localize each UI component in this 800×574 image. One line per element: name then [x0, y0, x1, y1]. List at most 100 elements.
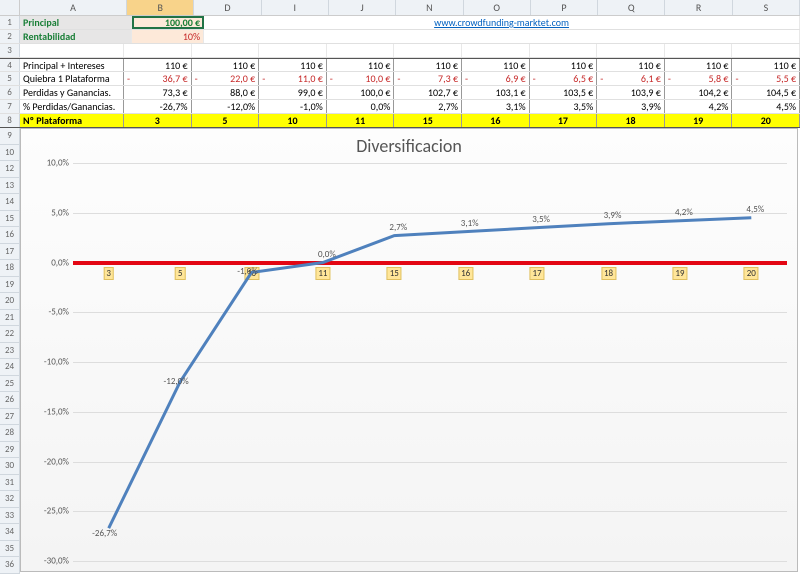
cell-S5[interactable]: -5,5 € [732, 72, 800, 85]
row-header-23[interactable]: 23 [0, 343, 20, 360]
col-header-N[interactable]: N [396, 0, 463, 15]
chart-ytick-label: -10,0% [25, 357, 69, 368]
row-6: 6 Perdidas y Ganancias. 73,3 € 88,0 € 99… [0, 86, 800, 100]
chart-ytick-label: 0,0% [25, 257, 69, 268]
chart-diversificacion[interactable]: Diversificacion -30,0%-25,0%-20,0%-15,0%… [20, 128, 798, 572]
cell-B2[interactable]: 10% [132, 30, 204, 43]
row-header-12[interactable]: 12 [0, 161, 20, 178]
chart-ytick-label: 10,0% [25, 158, 69, 169]
column-header-row: A B D I J N O P Q R S [0, 0, 800, 16]
cell-Q4[interactable]: 110 € [597, 59, 665, 71]
row-header-6[interactable]: 6 [0, 86, 20, 99]
row-header-17[interactable]: 17 [0, 244, 20, 261]
row-header-21[interactable]: 21 [0, 310, 20, 327]
row-header-26[interactable]: 26 [0, 392, 20, 409]
row-header-32[interactable]: 32 [0, 491, 20, 508]
row-header-1[interactable]: 1 [0, 16, 20, 29]
cell-empty-merged[interactable] [204, 30, 800, 43]
row-header-16[interactable]: 16 [0, 227, 20, 244]
select-all-corner[interactable] [0, 0, 20, 15]
col-header-P[interactable]: P [531, 0, 598, 15]
row-header-29[interactable]: 29 [0, 442, 20, 459]
chart-ytick-label: 5,0% [25, 207, 69, 218]
row-header-34[interactable]: 34 [0, 524, 20, 541]
cell-D4[interactable]: 110 € [192, 59, 260, 71]
row-header-18[interactable]: 18 [0, 260, 20, 277]
row-header-25[interactable]: 25 [0, 376, 20, 393]
cell-link[interactable]: www.crowdfunding-marktet.com [204, 16, 800, 29]
chart-ytick-label: -20,0% [25, 456, 69, 467]
cell-A2[interactable]: Rentabilidad [20, 30, 132, 43]
chart-data-label: 3,9% [604, 210, 622, 221]
row-header-2[interactable]: 2 [0, 30, 20, 43]
col-header-I[interactable]: I [262, 0, 329, 15]
cell-P5[interactable]: -6,5 € [530, 72, 598, 85]
row-header-14[interactable]: 14 [0, 194, 20, 211]
row-header-3[interactable]: 3 [0, 44, 20, 57]
cell-A1[interactable]: Principal [20, 16, 132, 29]
cell-O5[interactable]: -6,9 € [462, 72, 530, 85]
col-header-B[interactable]: B [127, 0, 194, 15]
row-header-24[interactable]: 24 [0, 359, 20, 376]
chart-data-label: 4,5% [746, 204, 764, 215]
col-header-S[interactable]: S [733, 0, 800, 15]
row-1: 1 Principal 100,00 € www.crowdfunding-ma… [0, 16, 800, 30]
cell-N5[interactable]: -7,3 € [394, 72, 462, 85]
row-header-9[interactable]: 9 [0, 128, 20, 145]
cell-A4[interactable]: Principal + Intereses [20, 59, 124, 71]
row-header-13[interactable]: 13 [0, 178, 20, 195]
row-header-20[interactable]: 20 [0, 293, 20, 310]
row-header-31[interactable]: 31 [0, 475, 20, 492]
col-header-Q[interactable]: Q [598, 0, 665, 15]
row-header-10[interactable]: 10 [0, 145, 20, 162]
col-header-R[interactable]: R [665, 0, 732, 15]
chart-data-label: 3,1% [461, 218, 479, 229]
row-headers-under-chart: 9101213141516171819202122232425262728293… [0, 128, 20, 574]
col-header-O[interactable]: O [464, 0, 531, 15]
row-header-33[interactable]: 33 [0, 508, 20, 525]
chart-data-label: 0,0% [318, 249, 336, 260]
chart-ytick-label: -25,0% [25, 506, 69, 517]
cell-J5[interactable]: -10,0 € [327, 72, 395, 85]
chart-ytick-label: -15,0% [25, 406, 69, 417]
cell-B4[interactable]: 110 € [124, 59, 192, 71]
row-header-15[interactable]: 15 [0, 211, 20, 228]
col-header-D[interactable]: D [194, 0, 261, 15]
cell-A8[interactable]: Nº Plataforma [20, 114, 124, 127]
cell-B1[interactable]: 100,00 € [132, 16, 204, 29]
cell-A6[interactable]: Perdidas y Ganancias. [20, 86, 124, 99]
row-header-27[interactable]: 27 [0, 409, 20, 426]
row-header-36[interactable]: 36 [0, 557, 20, 574]
cell-A5[interactable]: Quiebra 1 Plataforma [20, 72, 124, 85]
row-5: 5 Quiebra 1 Plataforma -36,7 € -22,0 € -… [0, 72, 800, 86]
cell-I4[interactable]: 110 € [259, 59, 327, 71]
cell-D5[interactable]: -22,0 € [192, 72, 260, 85]
cell-P4[interactable]: 110 € [530, 59, 598, 71]
col-header-A[interactable]: A [20, 0, 127, 15]
cell-B5[interactable]: -36,7 € [124, 72, 192, 85]
cell-R4[interactable]: 110 € [665, 59, 733, 71]
row-header-30[interactable]: 30 [0, 458, 20, 475]
row-header-5[interactable]: 5 [0, 72, 20, 85]
row-header-7[interactable]: 7 [0, 100, 20, 113]
cell-I5[interactable]: -11,0 € [259, 72, 327, 85]
cell-N4[interactable]: 110 € [394, 59, 462, 71]
row-8: 8 Nº Plataforma 3 5 10 11 15 16 17 18 19… [0, 114, 800, 128]
row-header-8[interactable]: 8 [0, 114, 20, 127]
chart-data-label: 4,2% [675, 207, 693, 218]
cell-J4[interactable]: 110 € [327, 59, 395, 71]
cell-O4[interactable]: 110 € [462, 59, 530, 71]
cell-A7[interactable]: % Perdidas/Ganancias. [20, 100, 124, 113]
chart-line-series [73, 163, 787, 561]
cell-Q5[interactable]: -6,1 € [597, 72, 665, 85]
row-header-19[interactable]: 19 [0, 277, 20, 294]
cell-R5[interactable]: -5,8 € [665, 72, 733, 85]
col-header-J[interactable]: J [329, 0, 396, 15]
chart-data-label: -12,0% [164, 376, 189, 387]
row-header-28[interactable]: 28 [0, 425, 20, 442]
row-header-35[interactable]: 35 [0, 541, 20, 558]
cell-S4[interactable]: 110 € [732, 59, 800, 71]
row-header-22[interactable]: 22 [0, 326, 20, 343]
row-header-4[interactable]: 4 [0, 59, 20, 71]
chart-data-label: -26,7% [92, 528, 117, 539]
